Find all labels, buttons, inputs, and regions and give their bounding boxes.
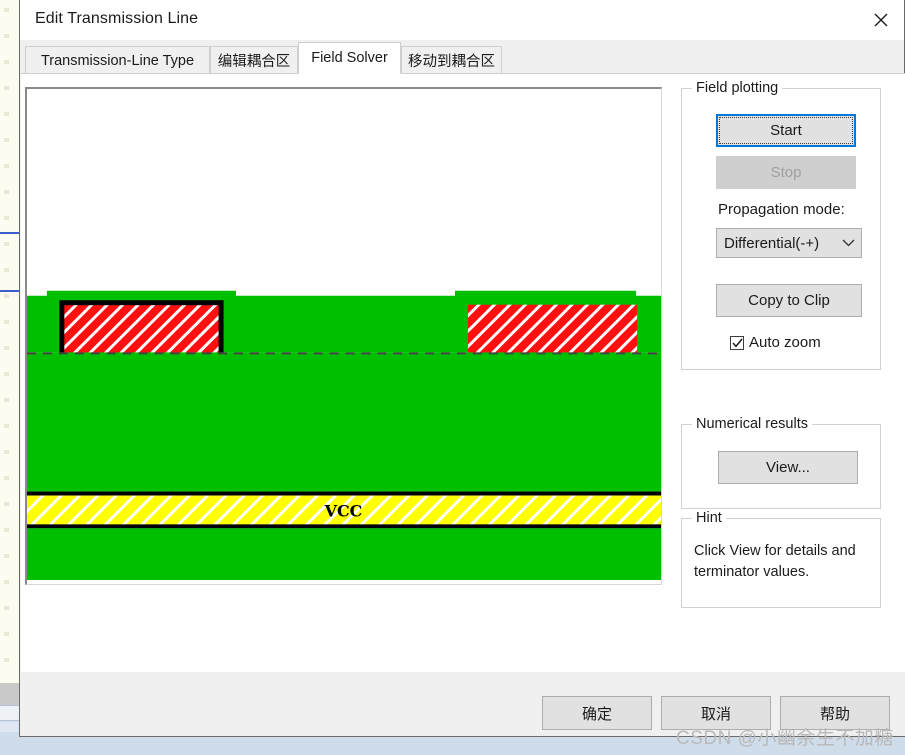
hint-text: Click View for details and terminator va… — [694, 543, 856, 580]
background-ruler-tick — [4, 268, 9, 272]
tab-label: 移动到耦合区 — [408, 54, 495, 70]
background-rule-line — [0, 290, 19, 292]
background-ruler-tick — [4, 632, 9, 636]
tab-3[interactable]: 移动到耦合区 — [401, 46, 502, 74]
vcc-plane-bottom-border — [27, 524, 661, 529]
propagation-mode-value: Differential(-+) — [724, 234, 820, 252]
help-button[interactable]: 帮助 — [780, 696, 890, 730]
background-ruler-tick — [4, 658, 9, 662]
auto-zoom-label: Auto zoom — [749, 334, 821, 351]
start-button[interactable]: Start — [716, 114, 856, 147]
background-ruler-tick — [4, 346, 9, 350]
pcb-cross-section-diagram: VCC — [27, 89, 661, 584]
ok-button-label: 确定 — [581, 705, 612, 723]
view-button-label: View... — [766, 459, 810, 476]
edit-transmission-line-dialog: Edit Transmission Line Transmission-Line… — [19, 0, 905, 737]
tab-label: Field Solver — [311, 50, 388, 66]
dielectric-lower — [27, 528, 661, 581]
background-ruler-tick — [4, 450, 9, 454]
propagation-mode-label: Propagation mode: — [718, 201, 845, 218]
help-button-label: 帮助 — [819, 705, 850, 723]
background-ruler-tick — [4, 138, 9, 142]
background-ruler-tick — [4, 164, 9, 168]
background-ruler-tick — [4, 112, 9, 116]
field-plotting-group: Field plotting Start Stop Propagation mo… — [681, 80, 881, 370]
chevron-down-icon — [835, 239, 861, 247]
background-ruler-tick — [4, 216, 9, 220]
tab-label: 编辑耦合区 — [217, 54, 291, 70]
vcc-plane-label: VCC — [324, 501, 363, 520]
propagation-mode-select[interactable]: Differential(-+) — [716, 228, 862, 258]
close-icon[interactable] — [858, 0, 904, 39]
numerical-results-legend: Numerical results — [692, 416, 812, 432]
dielectric-core — [27, 352, 661, 492]
background-left-ruler — [0, 0, 20, 692]
auto-zoom-checkbox[interactable] — [730, 335, 744, 350]
numerical-results-group: Numerical results View... — [681, 416, 881, 509]
background-ruler-tick — [4, 294, 9, 298]
background-rule-line — [0, 232, 19, 234]
copy-to-clip-button[interactable]: Copy to Clip — [716, 284, 862, 317]
field-plot-canvas[interactable]: VCC — [25, 87, 662, 585]
tab-0[interactable]: Transmission-Line Type — [25, 46, 210, 74]
view-button[interactable]: View... — [718, 451, 858, 484]
hint-legend: Hint — [692, 510, 726, 526]
background-ruler-tick — [4, 60, 9, 64]
dialog-title: Edit Transmission Line — [35, 10, 199, 27]
tab-2[interactable]: Field Solver — [298, 42, 401, 74]
cancel-button-label: 取消 — [700, 705, 731, 723]
vcc-plane-top-border — [27, 491, 661, 496]
background-ruler-tick — [4, 86, 9, 90]
auto-zoom-checkbox-row[interactable]: Auto zoom — [730, 334, 821, 351]
tab-bar: Transmission-Line Type 编辑耦合区 Field Solver 移… — [20, 40, 904, 74]
background-ruler-tick — [4, 528, 9, 532]
background-ruler-tick — [4, 190, 9, 194]
background-ruler-tick — [4, 242, 9, 246]
background-ruler-tick — [4, 554, 9, 558]
hint-group: Hint Click View for details and terminat… — [681, 510, 881, 608]
dialog-footer: 确定 取消 帮助 — [21, 672, 905, 736]
field-plotting-legend: Field plotting — [692, 80, 783, 96]
start-button-label: Start — [770, 122, 802, 139]
background-ruler-tick — [4, 476, 9, 480]
background-ruler-tick — [4, 398, 9, 402]
background-ruler-tick — [4, 580, 9, 584]
stop-button[interactable]: Stop — [716, 156, 856, 189]
tab-label: Transmission-Line Type — [40, 52, 195, 69]
copy-to-clip-label: Copy to Clip — [748, 292, 830, 309]
background-ruler-tick — [4, 502, 9, 506]
stop-button-label: Stop — [770, 164, 802, 181]
ok-button[interactable]: 确定 — [542, 696, 652, 730]
background-ruler-tick — [4, 34, 9, 38]
background-ruler-tick — [4, 320, 9, 324]
background-ruler-tick — [4, 606, 9, 610]
dialog-client-area: VCC Field plotting Start Stop Propagatio… — [21, 73, 905, 672]
tab-1[interactable]: 编辑耦合区 — [210, 46, 298, 74]
background-ruler-tick — [4, 372, 9, 376]
background-ruler-tick — [4, 8, 9, 12]
dialog-titlebar: Edit Transmission Line — [20, 0, 904, 40]
cancel-button[interactable]: 取消 — [661, 696, 771, 730]
background-ruler-tick — [4, 424, 9, 428]
